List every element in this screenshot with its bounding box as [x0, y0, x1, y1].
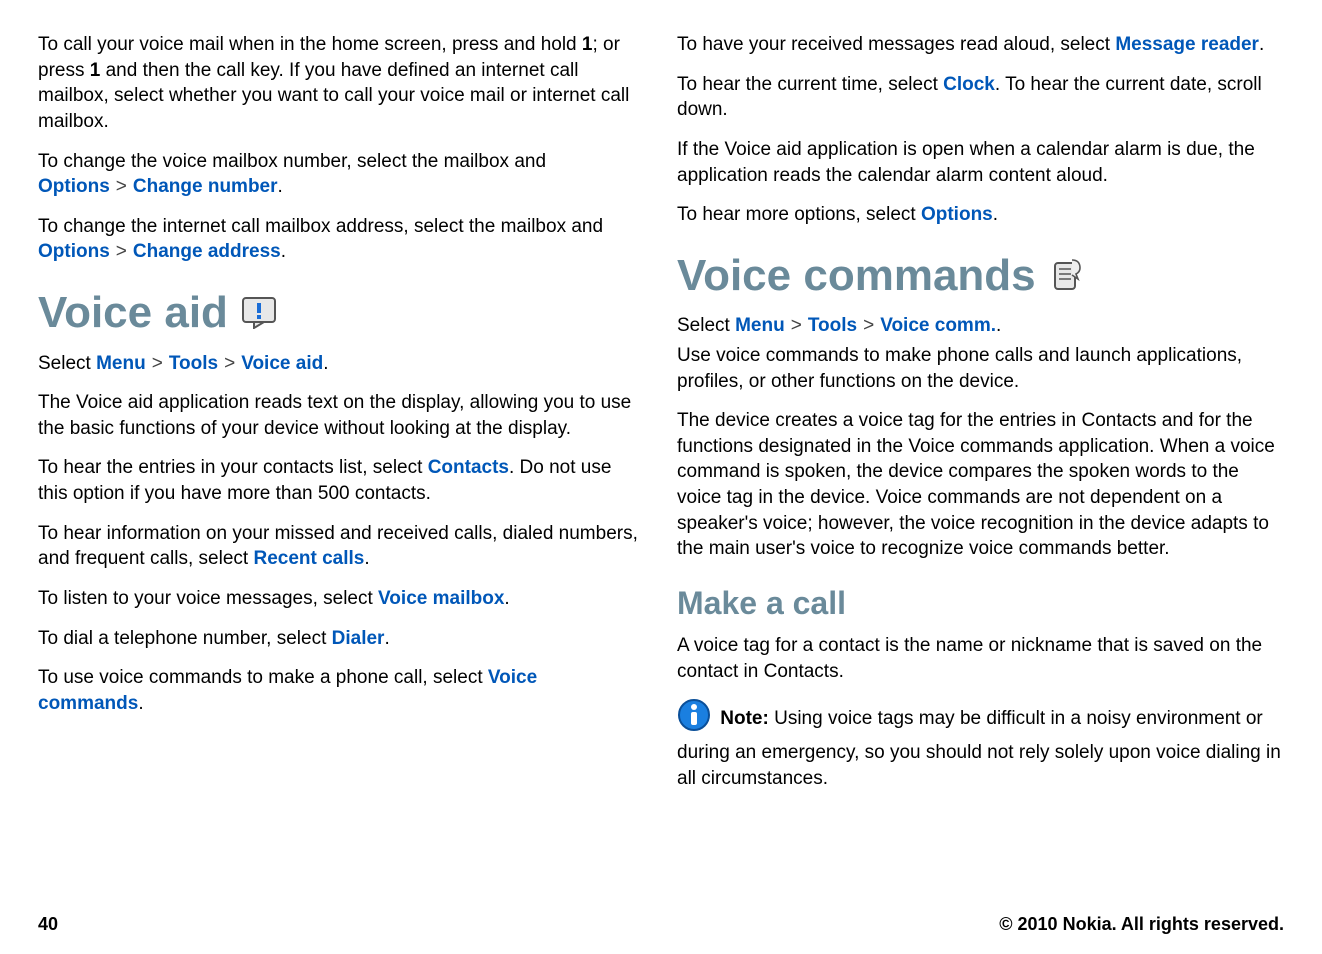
- para-voice-comm-use: Use voice commands to make phone calls a…: [677, 343, 1284, 394]
- chevron-right-icon: >: [110, 241, 133, 262]
- note-icon: [677, 698, 711, 740]
- para-voice-commands: To use voice commands to make a phone ca…: [38, 665, 645, 716]
- text: To hear more options, select: [677, 204, 921, 225]
- text: To have your received messages read alou…: [677, 34, 1115, 55]
- text: .: [993, 204, 998, 225]
- voice-aid-link[interactable]: Voice aid: [241, 353, 323, 374]
- voice-comm-link[interactable]: Voice comm.: [880, 315, 996, 336]
- para-voice-tag-desc: The device creates a voice tag for the e…: [677, 408, 1284, 562]
- recent-calls-link[interactable]: Recent calls: [253, 548, 364, 569]
- text: .: [504, 588, 509, 609]
- text: To call your voice mail when in the home…: [38, 34, 582, 55]
- contacts-link[interactable]: Contacts: [428, 457, 509, 478]
- options-link[interactable]: Options: [38, 176, 110, 197]
- note-block: Note: Using voice tags may be difficult …: [677, 698, 1284, 791]
- page-columns: To call your voice mail when in the home…: [38, 32, 1284, 884]
- note-label: Note:: [720, 708, 774, 729]
- key-1b: 1: [90, 60, 101, 81]
- para-dialer: To dial a telephone number, select Diale…: [38, 626, 645, 652]
- para-change-address: To change the internet call mailbox addr…: [38, 214, 645, 265]
- text: .: [364, 548, 369, 569]
- page-footer: 40 © 2010 Nokia. All rights reserved.: [38, 884, 1284, 936]
- text: .: [138, 693, 143, 714]
- text: To dial a telephone number, select: [38, 628, 332, 649]
- chevron-right-icon: >: [218, 353, 241, 374]
- text: .: [281, 241, 286, 262]
- text: and then the call key. If you have defin…: [38, 60, 629, 132]
- text: To use voice commands to make a phone ca…: [38, 667, 488, 688]
- text: .: [996, 315, 1001, 336]
- text: .: [384, 628, 389, 649]
- para-clock: To hear the current time, select Clock. …: [677, 72, 1284, 123]
- chevron-right-icon: >: [857, 315, 880, 336]
- para-contacts: To hear the entries in your contacts lis…: [38, 455, 645, 506]
- text: To change the voice mailbox number, sele…: [38, 151, 546, 172]
- heading-voice-aid: Voice aid: [38, 283, 645, 342]
- heading-make-a-call: Make a call: [677, 582, 1284, 625]
- heading-text: Voice aid: [38, 283, 228, 342]
- voice-mailbox-link[interactable]: Voice mailbox: [378, 588, 504, 609]
- para-select-voice-aid: Select Menu>Tools>Voice aid.: [38, 351, 645, 377]
- change-number-link[interactable]: Change number: [133, 176, 278, 197]
- para-message-reader: To have your received messages read alou…: [677, 32, 1284, 58]
- voice-aid-icon: [242, 297, 276, 329]
- options-link[interactable]: Options: [38, 241, 110, 262]
- tools-link[interactable]: Tools: [808, 315, 857, 336]
- para-select-voice-comm: Select Menu>Tools>Voice comm..: [677, 313, 1284, 339]
- para-more-options: To hear more options, select Options.: [677, 202, 1284, 228]
- page-number: 40: [38, 912, 58, 936]
- menu-link[interactable]: Menu: [96, 353, 146, 374]
- message-reader-link[interactable]: Message reader: [1115, 34, 1259, 55]
- menu-link[interactable]: Menu: [735, 315, 785, 336]
- text: .: [1259, 34, 1264, 55]
- left-column: To call your voice mail when in the home…: [38, 32, 645, 884]
- chevron-right-icon: >: [785, 315, 808, 336]
- heading-voice-commands: Voice commands: [677, 246, 1284, 305]
- key-1: 1: [582, 34, 593, 55]
- para-change-number: To change the voice mailbox number, sele…: [38, 149, 645, 200]
- clock-link[interactable]: Clock: [943, 74, 995, 95]
- dialer-link[interactable]: Dialer: [332, 628, 385, 649]
- text: .: [323, 353, 328, 374]
- text: To hear the current time, select: [677, 74, 943, 95]
- text: To listen to your voice messages, select: [38, 588, 378, 609]
- para-voice-mailbox: To listen to your voice messages, select…: [38, 586, 645, 612]
- para-calendar-alarm: If the Voice aid application is open whe…: [677, 137, 1284, 188]
- voice-commands-icon: [1050, 258, 1084, 294]
- text: Select: [38, 353, 96, 374]
- para-voice-tag-contact: A voice tag for a contact is the name or…: [677, 633, 1284, 684]
- chevron-right-icon: >: [110, 176, 133, 197]
- options-link[interactable]: Options: [921, 204, 993, 225]
- para-call-voicemail: To call your voice mail when in the home…: [38, 32, 645, 135]
- chevron-right-icon: >: [146, 353, 169, 374]
- change-address-link[interactable]: Change address: [133, 241, 281, 262]
- text: To change the internet call mailbox addr…: [38, 216, 603, 237]
- right-column: To have your received messages read alou…: [677, 32, 1284, 884]
- heading-text: Voice commands: [677, 246, 1036, 305]
- text: Select: [677, 315, 735, 336]
- copyright: © 2010 Nokia. All rights reserved.: [999, 912, 1284, 936]
- text: To hear the entries in your contacts lis…: [38, 457, 428, 478]
- text: .: [278, 176, 283, 197]
- para-recent-calls: To hear information on your missed and r…: [38, 521, 645, 572]
- tools-link[interactable]: Tools: [169, 353, 218, 374]
- para-voice-aid-desc: The Voice aid application reads text on …: [38, 390, 645, 441]
